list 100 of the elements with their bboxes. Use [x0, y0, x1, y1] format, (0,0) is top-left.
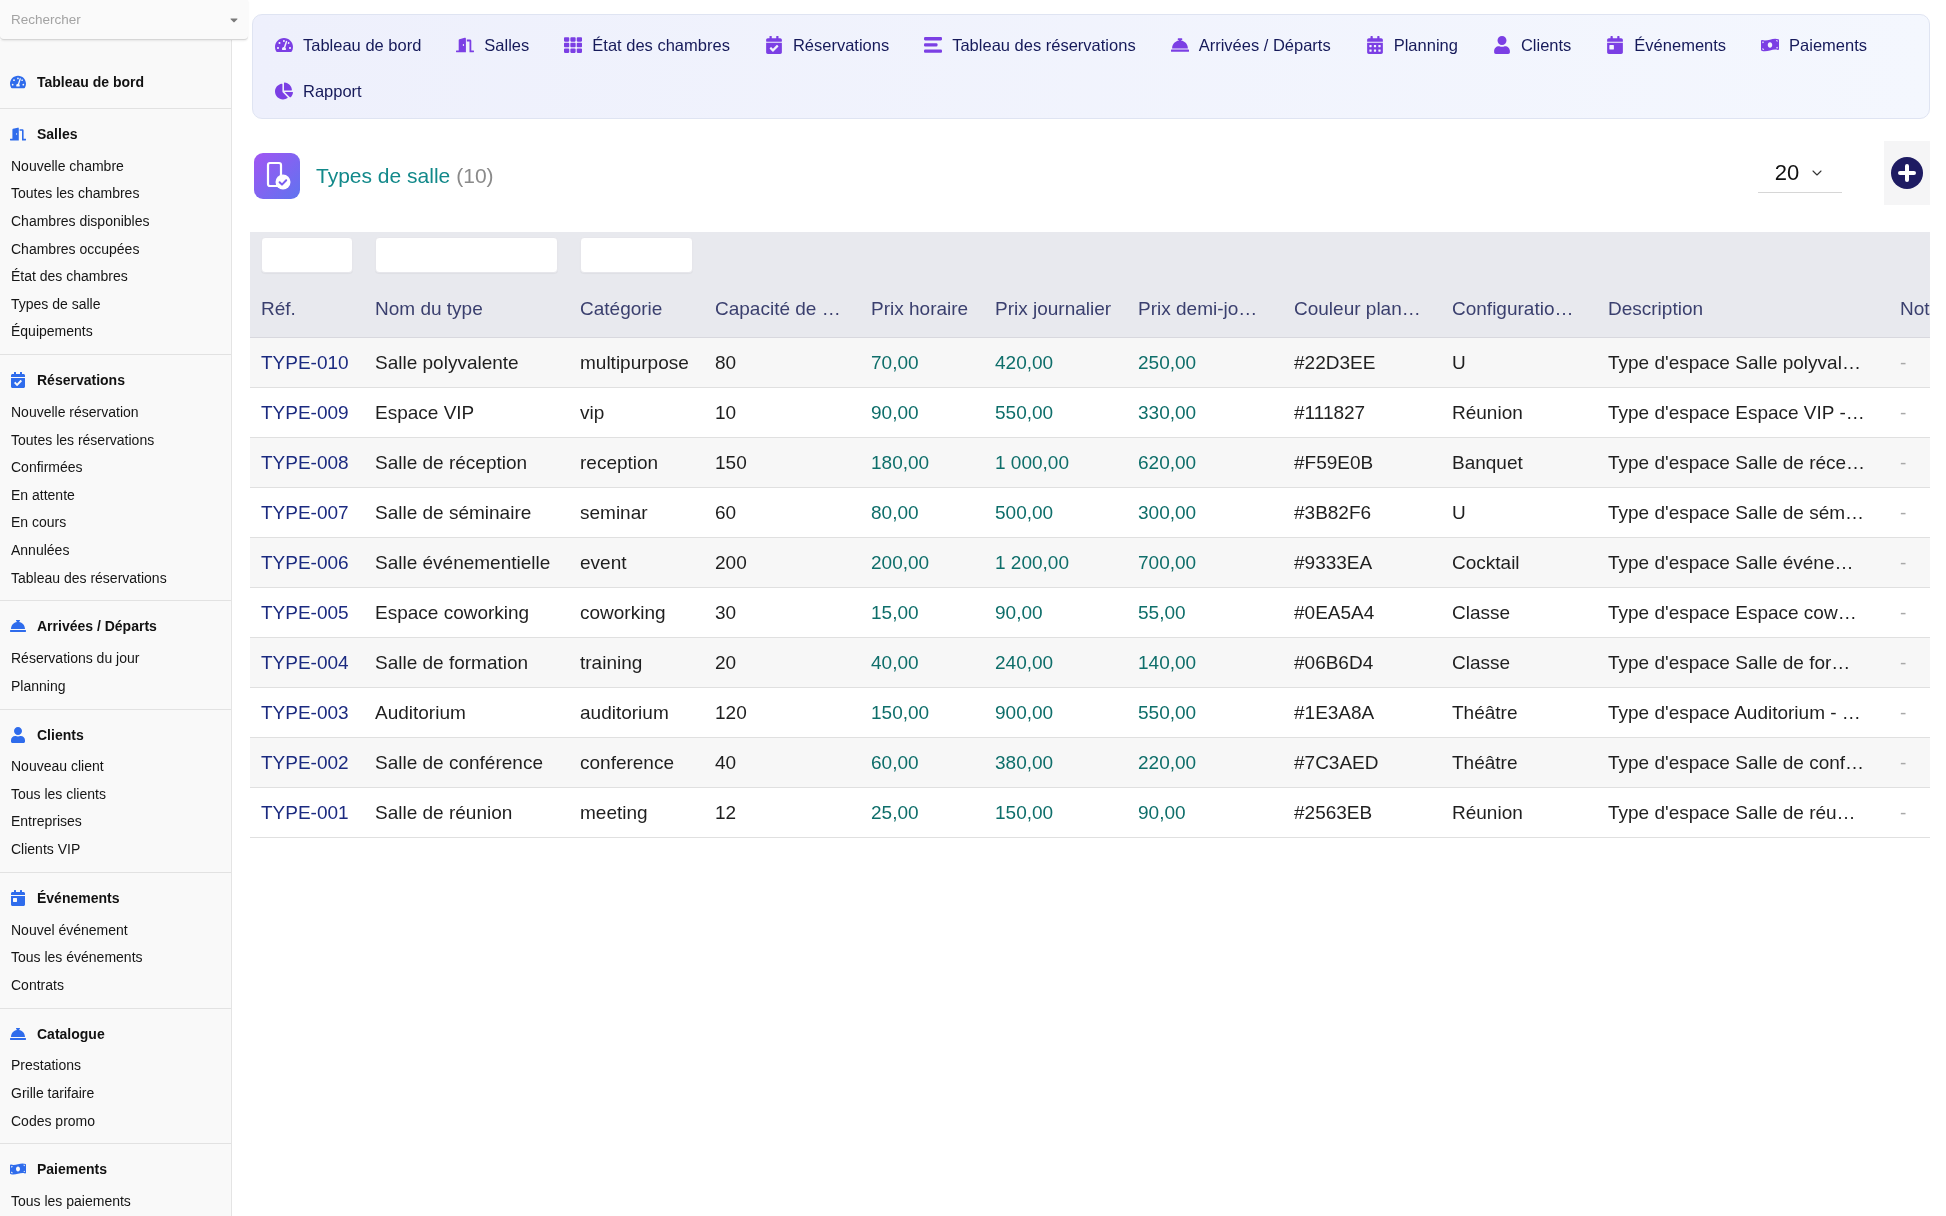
sidebar-link[interactable]: Tous les paiements [0, 1189, 137, 1214]
sidebar-link[interactable]: Équipements [0, 319, 99, 344]
reference-link[interactable]: TYPE-004 [261, 651, 349, 673]
reference-link[interactable]: TYPE-003 [261, 701, 349, 723]
nav-link[interactable]: Rapport [275, 79, 362, 103]
table-cell: Espace coworking [364, 587, 569, 638]
nav-link[interactable]: Paiements [1761, 33, 1868, 57]
sidebar-link[interactable]: Clients VIP [0, 837, 87, 862]
table-cell: Type d'espace Salle de sém… [1597, 487, 1889, 538]
table-cell: 1 200,00 [984, 537, 1127, 588]
table-cell: 90,00 [984, 587, 1127, 638]
table-cell: Type d'espace Espace VIP -… [1597, 387, 1889, 438]
sidebar-link[interactable]: Tous les événements [0, 945, 149, 970]
sidebar-link[interactable]: Chambres occupées [0, 236, 146, 261]
table-cell: 80 [704, 337, 860, 388]
reference-link[interactable]: TYPE-001 [261, 801, 349, 823]
nav-link[interactable]: Tableau des réservations [924, 33, 1136, 57]
table-cell: - [1889, 687, 1930, 738]
filter-field[interactable] [580, 237, 693, 273]
banknote-icon [10, 1161, 26, 1178]
table-cell: Espace VIP [364, 387, 569, 438]
sidebar-link[interactable]: Chambres disponibles [0, 209, 156, 233]
table-cell: 330,00 [1127, 387, 1283, 438]
sidebar-link[interactable]: Annulées [0, 537, 76, 562]
table-cell: 900,00 [984, 687, 1127, 738]
page-size-select[interactable]: 20 [1758, 153, 1842, 193]
table-cell: 40 [704, 737, 860, 788]
table-cell: auditorium [569, 687, 704, 738]
reference-link[interactable]: TYPE-006 [261, 551, 349, 573]
sidebar-heading[interactable]: Clients [0, 720, 88, 749]
sidebar-heading[interactable]: Catalogue [0, 1019, 109, 1048]
table-cell: - [1889, 637, 1930, 688]
sidebar-link[interactable]: En attente [0, 482, 81, 507]
column-header: Nom du type [364, 280, 569, 338]
table-cell: 12 [704, 787, 860, 838]
sidebar-link[interactable]: Grille tarifaire [0, 1081, 101, 1106]
sidebar-heading[interactable]: Paiements [0, 1155, 112, 1184]
table-cell: meeting [569, 787, 704, 838]
sidebar-heading[interactable]: Salles [0, 120, 82, 148]
sidebar-link[interactable]: Prestations [0, 1053, 88, 1078]
table-cell: reception [569, 437, 704, 488]
table-cell: 420,00 [984, 337, 1127, 388]
sidebar-link[interactable]: État des chambres [0, 264, 134, 289]
search-field[interactable]: Rechercher [0, 0, 248, 40]
reference-link[interactable]: TYPE-009 [261, 401, 349, 423]
sidebar-link[interactable]: Tableau des réservations [0, 565, 173, 590]
sidebar-heading[interactable]: Événements [0, 883, 124, 912]
sidebar-link[interactable]: Nouveau client [0, 754, 110, 779]
nav-link[interactable]: Clients [1492, 33, 1572, 57]
nav-link[interactable]: Réservations [764, 33, 890, 57]
table-cell: 700,00 [1127, 537, 1283, 588]
bell-icon [10, 618, 26, 635]
sidebar-link[interactable]: Confirmées [0, 455, 89, 480]
table-cell: - [1889, 537, 1930, 588]
reference-link[interactable]: TYPE-007 [261, 501, 349, 523]
nav-link[interactable]: Salles [456, 33, 530, 57]
sidebar-heading[interactable]: Réservations [0, 366, 129, 395]
reference-link[interactable]: TYPE-002 [261, 751, 349, 773]
table-cell: 25,00 [860, 787, 984, 838]
table-cell: 620,00 [1127, 437, 1283, 488]
table-cell: - [1889, 587, 1930, 638]
table-cell: #7C3AED [1283, 737, 1441, 788]
sidebar-link[interactable]: Nouvelle chambre [0, 153, 130, 178]
nav-link[interactable]: Événements [1606, 33, 1727, 57]
sidebar-link[interactable]: Nouvel événement [0, 917, 134, 942]
sidebar-link[interactable]: Tous les clients [0, 781, 112, 806]
sidebar-heading[interactable]: Arrivées / Départs [0, 612, 161, 641]
table-cell: #06B6D4 [1283, 637, 1441, 688]
sidebar-link[interactable]: Toutes les réservations [0, 427, 161, 452]
table-cell: Auditorium [364, 687, 569, 738]
reference-link[interactable]: TYPE-010 [261, 351, 349, 373]
add-button[interactable] [1884, 141, 1930, 205]
reference-link[interactable]: TYPE-005 [261, 601, 349, 623]
sidebar-link[interactable]: En cours [0, 510, 73, 535]
table-cell: Théâtre [1441, 687, 1597, 738]
table-cell: #2563EB [1283, 787, 1441, 838]
sidebar-link[interactable]: Toutes les chambres [0, 181, 146, 206]
nav-link[interactable]: État des chambres [564, 33, 730, 57]
table-cell: 30 [704, 587, 860, 638]
column-header: Réf. [250, 280, 364, 338]
column-header: Description [1597, 280, 1889, 338]
nav-link[interactable]: Tableau de bord [275, 33, 422, 57]
sidebar-link[interactable]: Planning [0, 673, 72, 698]
table-cell: 200,00 [860, 537, 984, 588]
reference-link[interactable]: TYPE-008 [261, 451, 349, 473]
sidebar-link[interactable]: Réservations du jour [0, 646, 146, 671]
sidebar-link[interactable]: Contrats [0, 972, 70, 997]
table-cell: Classe [1441, 637, 1597, 688]
sidebar-link[interactable]: Codes promo [0, 1108, 102, 1133]
nav-link[interactable]: Arrivées / Départs [1170, 33, 1331, 57]
sidebar-link[interactable]: Entreprises [0, 809, 88, 834]
sidebar-heading[interactable]: Tableau de bord [0, 68, 149, 96]
table-cell: Théâtre [1441, 737, 1597, 788]
filter-field[interactable] [261, 237, 353, 273]
sidebar-link[interactable]: Nouvelle réservation [0, 399, 145, 424]
sidebar-link[interactable]: Types de salle [0, 291, 107, 316]
table-cell: Type d'espace Salle polyval… [1597, 337, 1889, 388]
nav-link[interactable]: Planning [1365, 33, 1458, 57]
filter-field[interactable] [375, 237, 558, 273]
table-cell: event [569, 537, 704, 588]
